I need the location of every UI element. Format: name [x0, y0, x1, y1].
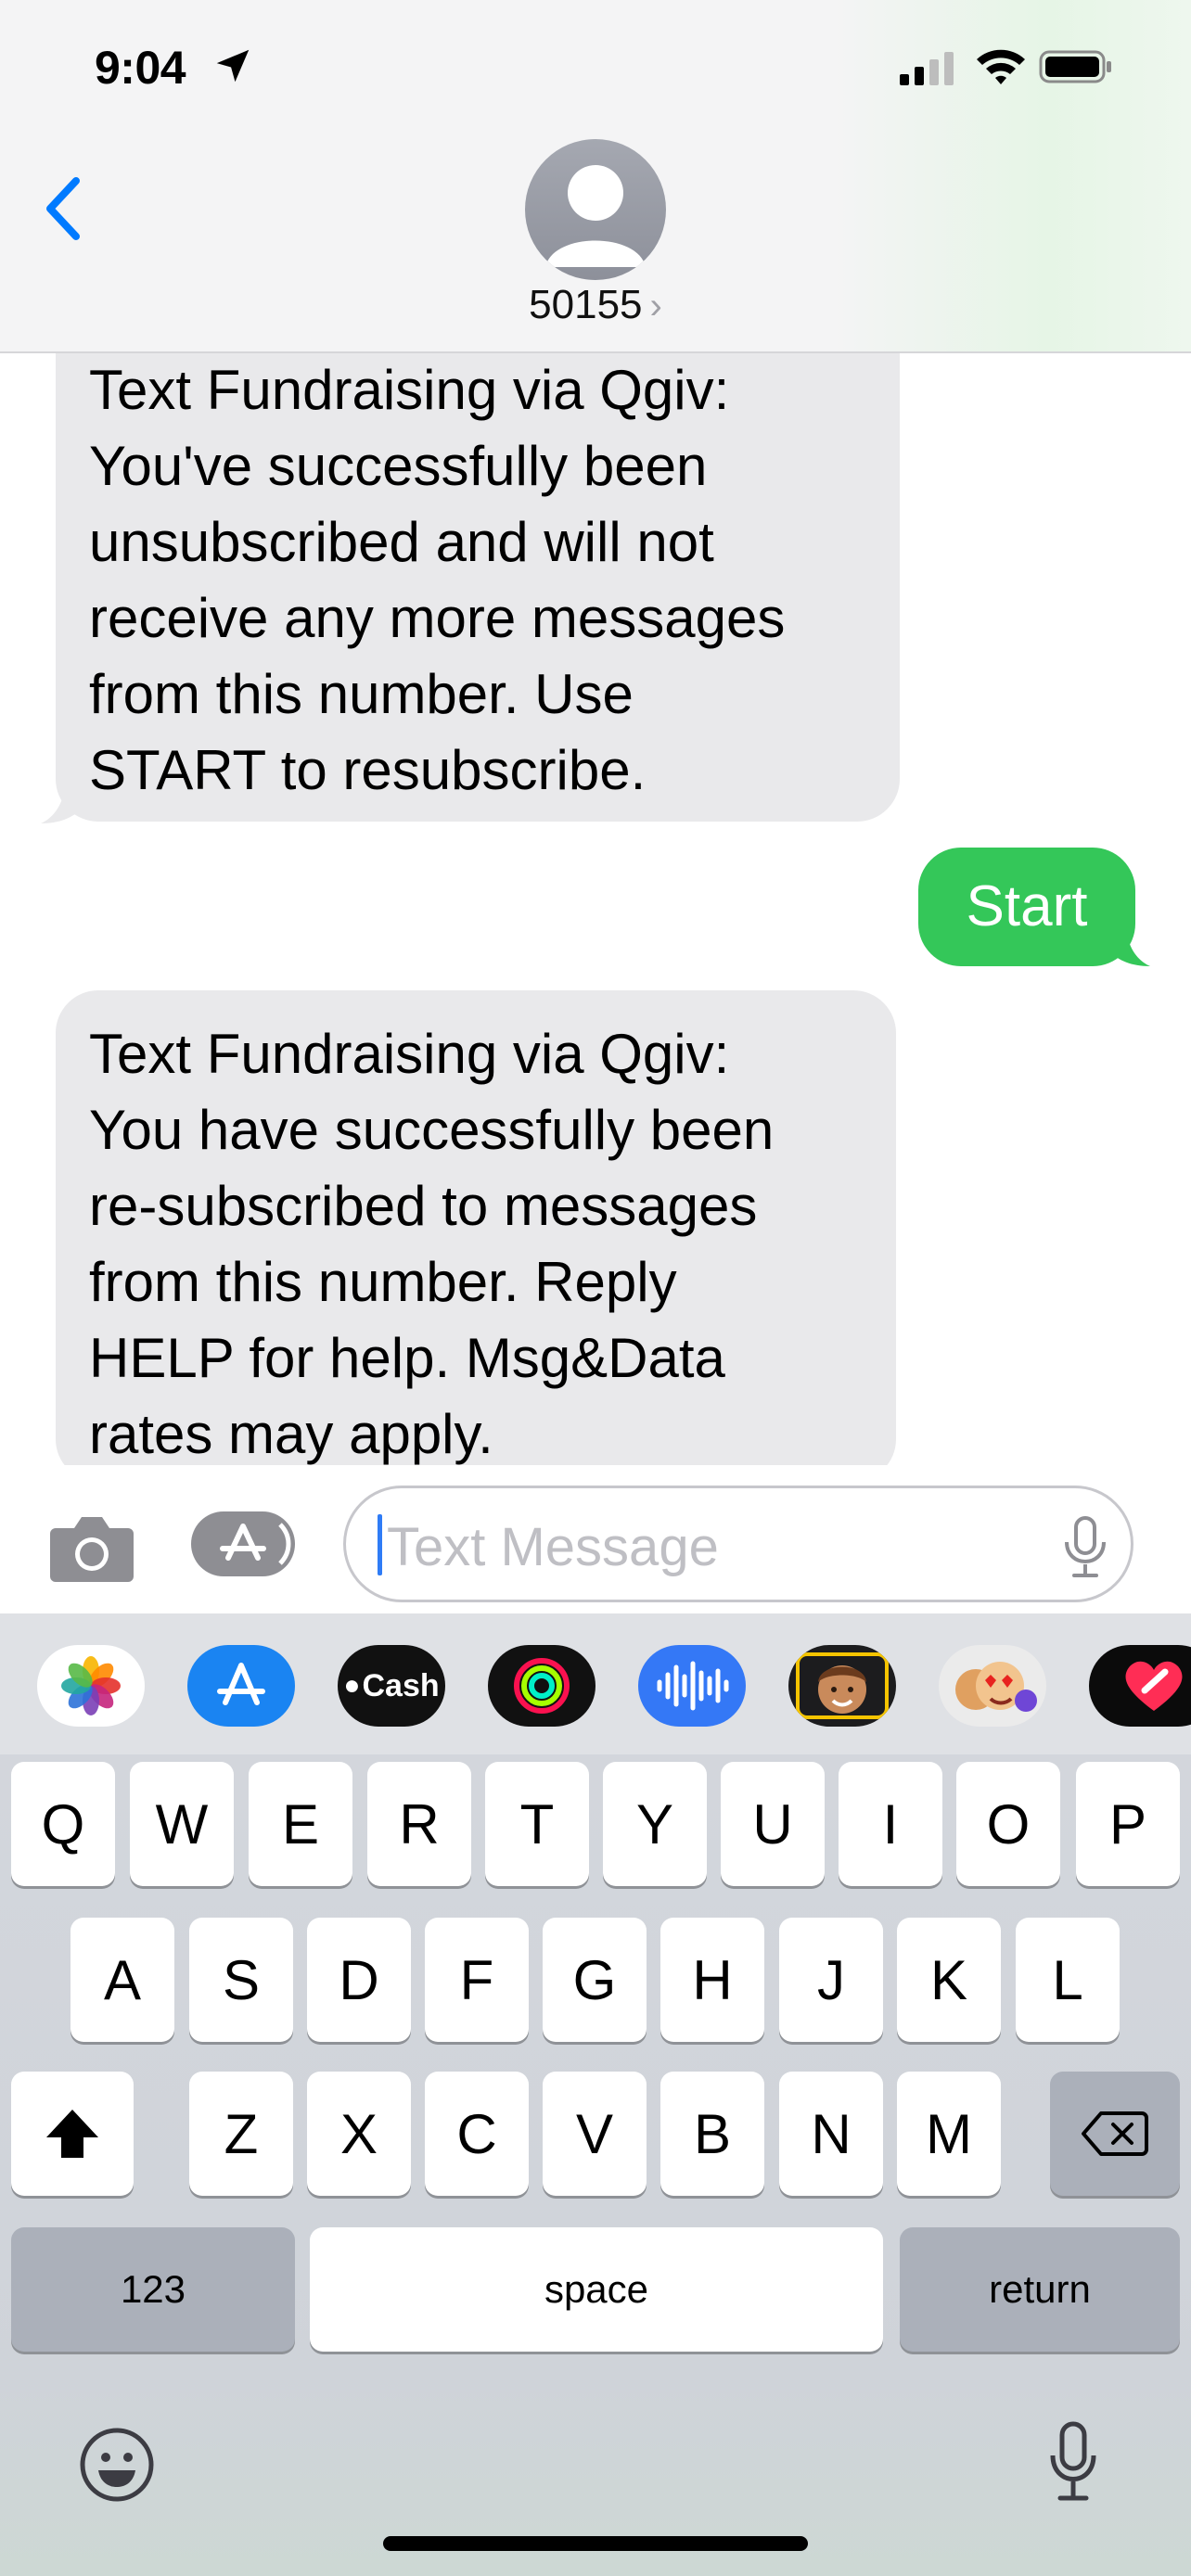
key-x[interactable]: X	[307, 2072, 411, 2196]
key-r[interactable]: R	[367, 1762, 471, 1886]
apple-logo-icon: ●	[343, 1670, 361, 1701]
space-key[interactable]: space	[310, 2227, 883, 2352]
key-c[interactable]: C	[425, 2072, 529, 2196]
status-time: 9:04	[95, 42, 186, 94]
return-key[interactable]: return	[900, 2227, 1180, 2352]
key-p[interactable]: P	[1076, 1762, 1180, 1886]
imessage-app-strip: ● Cash	[0, 1613, 1191, 1754]
message-line: rates may apply.	[89, 1403, 493, 1465]
key-k[interactable]: K	[897, 1918, 1001, 2042]
key-o[interactable]: O	[956, 1762, 1060, 1886]
text-caret	[378, 1514, 382, 1575]
heart-eyes-memoji-icon	[955, 1662, 1037, 1712]
waveform-icon	[657, 1661, 729, 1711]
location-arrow-icon	[216, 49, 250, 83]
message-line: unsubscribed and will not	[89, 511, 714, 573]
contact-avatar[interactable]	[525, 139, 666, 280]
compose-bar: Text Message	[0, 1465, 1191, 1613]
cash-label: Cash	[362, 1667, 440, 1703]
dictation-mic-icon[interactable]	[1062, 1514, 1108, 1581]
key-t[interactable]: T	[485, 1762, 589, 1886]
key-l[interactable]: L	[1016, 1918, 1120, 2042]
app-store-glyph	[217, 1663, 265, 1705]
digital-touch-icon[interactable]	[1089, 1645, 1191, 1727]
shift-arrow-icon	[46, 2110, 98, 2158]
camera-icon[interactable]	[48, 1510, 135, 1584]
app-store-icon[interactable]	[187, 1645, 295, 1727]
key-a[interactable]: A	[70, 1918, 174, 2042]
message-line: from this number. Use	[89, 663, 634, 725]
shift-key[interactable]	[11, 2072, 134, 2196]
numbers-key[interactable]: 123	[11, 2227, 295, 2352]
message-line: You've successfully been	[89, 435, 708, 497]
key-y[interactable]: Y	[603, 1762, 707, 1886]
message-line: re-subscribed to messages	[89, 1175, 758, 1237]
photos-app-icon[interactable]	[37, 1645, 145, 1727]
photos-flower-icon	[61, 1656, 121, 1715]
app-store-button[interactable]	[191, 1511, 295, 1576]
key-e[interactable]: E	[249, 1762, 352, 1886]
app-store-icon	[220, 1523, 291, 1565]
conversation-header: 9:04 50155 ›	[0, 0, 1191, 353]
activity-rings-icon	[514, 1658, 570, 1714]
battery-icon	[1039, 50, 1111, 83]
key-s[interactable]: S	[189, 1918, 293, 2042]
person-icon	[545, 165, 646, 267]
key-d[interactable]: D	[307, 1918, 411, 2042]
delete-key[interactable]	[1050, 2072, 1180, 2196]
contact-number: 50155	[529, 282, 643, 327]
memoji-face-icon	[796, 1652, 889, 1719]
key-q[interactable]: Q	[11, 1762, 115, 1886]
message-line: receive any more messages	[89, 587, 786, 649]
key-n[interactable]: N	[779, 2072, 883, 2196]
memoji-stickers-icon[interactable]	[939, 1645, 1046, 1727]
message-line: Text Fundraising via Qgiv:	[89, 359, 730, 421]
incoming-message-bubble[interactable]: Text Fundraising via Qgiv: You have succ…	[56, 990, 896, 1482]
key-m[interactable]: M	[897, 2072, 1001, 2196]
messages-screen: 9:04 50155 › Text Fundraising via Qgiv: …	[0, 0, 1191, 2576]
key-v[interactable]: V	[543, 2072, 647, 2196]
message-line: You have successfully been	[89, 1099, 775, 1161]
message-line: from this number. Reply	[89, 1251, 677, 1313]
heart-icon	[1125, 1661, 1183, 1711]
dictation-mic-icon[interactable]	[1048, 2420, 1098, 2504]
key-i[interactable]: I	[839, 1762, 942, 1886]
wifi-icon	[977, 49, 1025, 84]
key-w[interactable]: W	[130, 1762, 234, 1886]
incoming-bubble-tail	[41, 781, 82, 823]
delete-backspace-icon	[1082, 2111, 1148, 2156]
keyboard: ● Cash Q W E R T Y U I O P A S D F G H J…	[0, 1613, 1191, 2576]
key-h[interactable]: H	[660, 1918, 764, 2042]
home-indicator[interactable]	[383, 2536, 808, 2551]
message-input-placeholder: Text Message	[387, 1517, 719, 1577]
outgoing-bubble-tail	[1109, 924, 1150, 966]
chevron-left-icon	[46, 177, 80, 240]
message-line: HELP for help. Msg&Data	[89, 1327, 725, 1389]
key-u[interactable]: U	[721, 1762, 825, 1886]
key-b[interactable]: B	[660, 2072, 764, 2196]
back-button[interactable]	[35, 169, 91, 249]
message-line: Start	[966, 874, 1088, 938]
emoji-icon[interactable]	[78, 2426, 156, 2504]
message-input[interactable]: Text Message	[343, 1486, 1133, 1602]
memoji-icon[interactable]	[788, 1645, 896, 1727]
message-line: Text Fundraising via Qgiv:	[89, 1023, 730, 1085]
incoming-message-bubble[interactable]: Text Fundraising via Qgiv: You've succes…	[56, 306, 900, 822]
outgoing-message-bubble[interactable]: Start	[918, 848, 1135, 966]
message-line: START to resubscribe.	[89, 739, 647, 801]
audio-message-icon[interactable]	[638, 1645, 746, 1727]
key-g[interactable]: G	[543, 1918, 647, 2042]
key-j[interactable]: J	[779, 1918, 883, 2042]
cellular-signal-icon	[900, 52, 954, 85]
activity-icon[interactable]	[488, 1645, 596, 1727]
contact-name[interactable]: 50155 ›	[0, 282, 1191, 328]
key-z[interactable]: Z	[189, 2072, 293, 2196]
key-f[interactable]: F	[425, 1918, 529, 2042]
apple-cash-icon[interactable]: ● Cash	[338, 1645, 445, 1727]
chevron-right-icon: ›	[649, 286, 662, 326]
